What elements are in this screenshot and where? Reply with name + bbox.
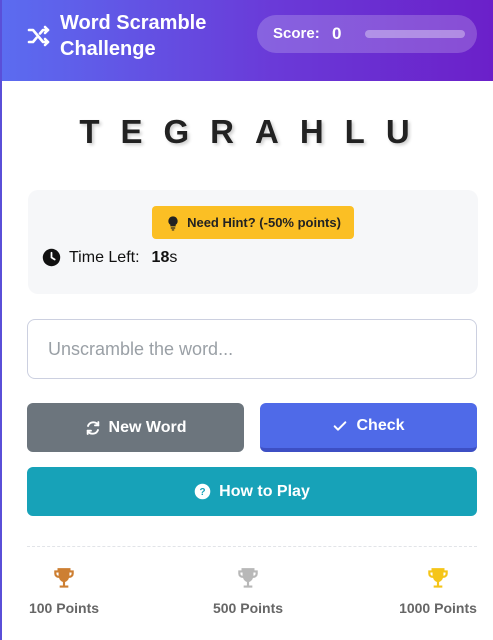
- score-value: 0: [332, 24, 342, 43]
- time-value: 18: [151, 248, 170, 266]
- scrambled-word: TEGRAHLU: [79, 113, 431, 150]
- question-circle-icon: ?: [194, 483, 211, 500]
- score-label: Score:: [273, 25, 320, 42]
- new-word-label: New Word: [108, 418, 187, 436]
- score-progress-bar: [365, 30, 465, 38]
- checkmark-icon: [334, 420, 347, 431]
- reward-label: 1000 Points: [399, 600, 477, 616]
- trophy-icon: [428, 568, 448, 588]
- how-to-play-button[interactable]: ? How to Play: [27, 467, 477, 516]
- divider: [27, 546, 477, 547]
- header: Word Scramble Challenge Score: 0: [2, 0, 493, 81]
- check-button[interactable]: Check: [260, 403, 477, 452]
- trophy-icon: [238, 568, 258, 588]
- timer: Time Left: 18s: [42, 248, 177, 267]
- hint-button[interactable]: Need Hint? (-50% points): [152, 206, 354, 239]
- time-unit: s: [169, 248, 178, 266]
- clock-icon: [42, 248, 61, 267]
- trophy-icon: [54, 568, 74, 588]
- reward-label: 100 Points: [28, 600, 100, 616]
- reward-bronze: 100 Points: [4, 566, 124, 616]
- reward-silver: 500 Points: [188, 566, 308, 616]
- time-label: Time Left:: [69, 248, 140, 266]
- how-to-play-label: How to Play: [219, 482, 310, 500]
- reward-gold: 1000 Points: [378, 566, 493, 616]
- shuffle-icon: [27, 25, 50, 47]
- lightbulb-icon: [168, 215, 178, 231]
- svg-text:?: ?: [200, 487, 206, 498]
- game-card: Word Scramble Challenge Score: 0 TEGRAHL…: [2, 0, 493, 640]
- new-word-button[interactable]: New Word: [27, 403, 244, 452]
- score-display: Score: 0: [257, 15, 477, 53]
- answer-input[interactable]: [27, 319, 477, 379]
- app-title: Word Scramble Challenge: [60, 12, 207, 60]
- info-panel: Need Hint? (-50% points) Time Left: 18s: [28, 190, 478, 294]
- reward-label: 500 Points: [212, 600, 284, 616]
- check-label: Check: [356, 416, 405, 434]
- hint-label: Need Hint? (-50% points): [187, 215, 341, 230]
- refresh-icon: [86, 420, 99, 435]
